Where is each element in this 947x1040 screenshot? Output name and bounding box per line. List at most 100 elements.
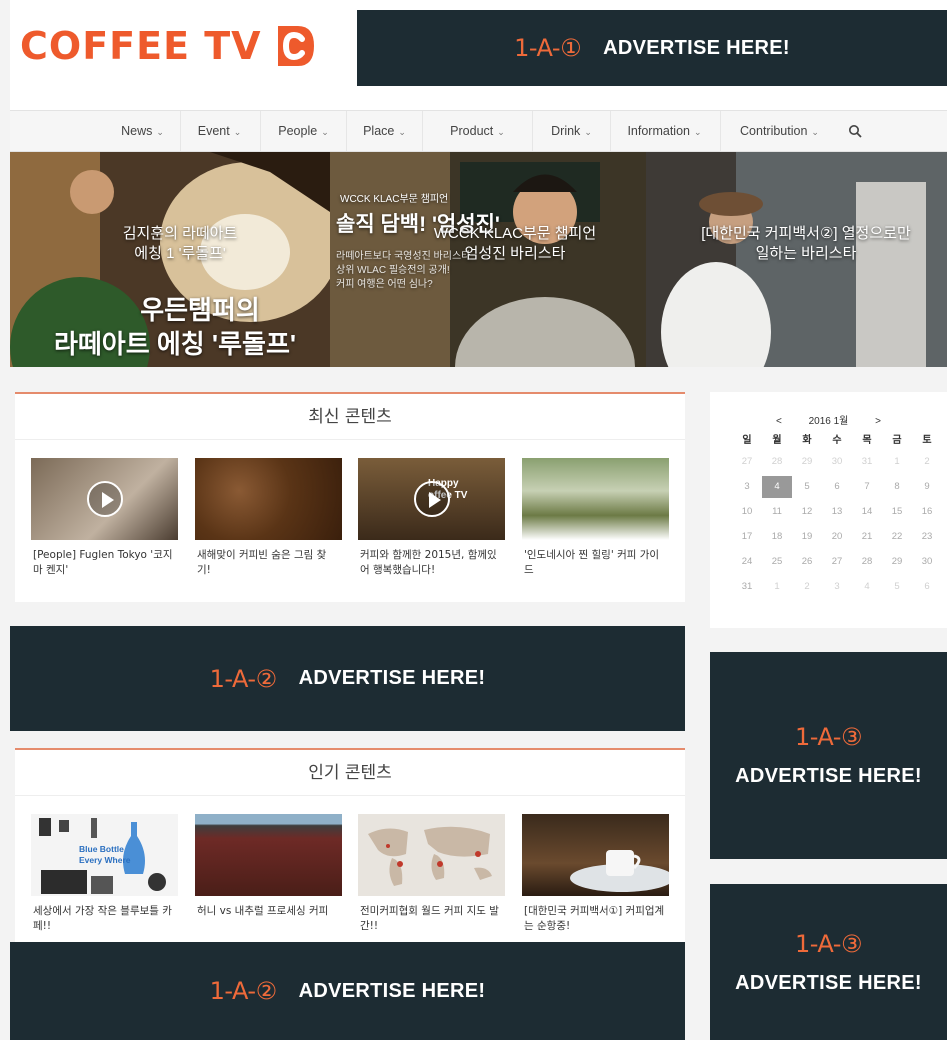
- card-caption: 전미커피협회 월드 커피 지도 발간!!: [360, 905, 499, 932]
- calendar-day[interactable]: 2: [792, 581, 822, 592]
- nav-label: Drink: [551, 124, 581, 138]
- calendar-day[interactable]: 12: [792, 506, 822, 517]
- calendar-day[interactable]: 15: [882, 506, 912, 517]
- hero-slide-3[interactable]: [대한민국 커피백서②] 열정으로만 일하는 바리스타: [646, 152, 947, 367]
- hero-subcaption: 라떼아트보다 국영성진 바리스타 상위 WLAC 필승전의 공개! 커피 여행은…: [336, 251, 471, 290]
- calendar-day[interactable]: 7: [852, 481, 882, 492]
- content-card[interactable]: '인도네시아 찐 힐링' 커피 가이드: [522, 458, 669, 578]
- calendar-day[interactable]: 1: [882, 456, 912, 467]
- card-thumbnail: [522, 814, 669, 896]
- calendar-day[interactable]: 10: [732, 506, 762, 517]
- calendar-week: 31 1 2 3 4 5 6: [732, 574, 942, 599]
- calendar-day[interactable]: 31: [852, 456, 882, 467]
- nav-item-drink[interactable]: Drink ⌄: [532, 111, 610, 151]
- calendar-day[interactable]: 22: [882, 531, 912, 542]
- weekday: 월: [772, 434, 782, 446]
- calendar-next-button[interactable]: >: [875, 416, 881, 427]
- thumb-image-coffee-cup: [570, 850, 669, 892]
- ad-code: 1-A-②: [209, 977, 277, 1005]
- content-card[interactable]: 허니 vs 내추럴 프로세싱 커피: [195, 814, 342, 919]
- content-card[interactable]: Blue Bottle Every Where 세상에서 가장 작은 블루보틀 …: [31, 814, 178, 934]
- nav-item-product[interactable]: Product ⌄: [422, 111, 532, 151]
- calendar-day[interactable]: 18: [762, 531, 792, 542]
- ad-banner-mid[interactable]: 1-A-② ADVERTISE HERE!: [10, 626, 685, 731]
- nav-label: Place: [363, 124, 395, 138]
- card-caption: 새해맞이 커피빈 숨은 그림 찾기!: [197, 549, 327, 576]
- card-thumbnail: Blue Bottle Every Where: [31, 814, 178, 896]
- calendar-day[interactable]: 13: [822, 506, 852, 517]
- nav-item-news[interactable]: News ⌄: [105, 111, 180, 151]
- ad-banner-bottom[interactable]: 1-A-② ADVERTISE HERE!: [10, 942, 685, 1040]
- play-icon[interactable]: [413, 481, 450, 517]
- calendar-day[interactable]: 17: [732, 531, 762, 542]
- content-card[interactable]: 전미커피협회 월드 커피 지도 발간!!: [358, 814, 505, 934]
- calendar-day[interactable]: 5: [882, 581, 912, 592]
- calendar-day[interactable]: 6: [912, 581, 942, 592]
- thumb-overlay-text: Blue Bottle Every Where: [79, 844, 131, 865]
- nav-item-information[interactable]: Information ⌄: [610, 111, 718, 151]
- chevron-down-icon: ⌄: [497, 127, 505, 137]
- latest-content-panel: 최신 콘텐츠 [People] Fuglen Tokyo '코지마 켄지' 새해…: [15, 392, 685, 602]
- hero-slide-2[interactable]: WCCK KLAC부문 챔피언 솔직 담백! '엄성진' WCCK KLAC부문…: [330, 152, 646, 367]
- ad-code: 1-A-③: [795, 723, 862, 751]
- nav-item-contribution[interactable]: Contribution ⌄: [720, 111, 838, 151]
- calendar-day-today[interactable]: 4: [762, 475, 792, 498]
- calendar-day[interactable]: 3: [822, 581, 852, 592]
- nav-item-people[interactable]: People ⌄: [260, 111, 346, 151]
- calendar-day[interactable]: 9: [912, 481, 942, 492]
- card-caption: 세상에서 가장 작은 블루보틀 카페!!: [33, 905, 172, 932]
- calendar-day[interactable]: 29: [882, 556, 912, 567]
- calendar-day[interactable]: 24: [732, 556, 762, 567]
- calendar-day[interactable]: 8: [882, 481, 912, 492]
- calendar-day[interactable]: 16: [912, 506, 942, 517]
- calendar-day[interactable]: 19: [792, 531, 822, 542]
- calendar-day[interactable]: 27: [732, 456, 762, 467]
- chevron-down-icon: ⌄: [584, 127, 592, 137]
- ad-code: 1-A-①: [514, 34, 582, 62]
- calendar-day[interactable]: 25: [762, 556, 792, 567]
- nav-label: People: [278, 124, 318, 138]
- calendar-day[interactable]: 23: [912, 531, 942, 542]
- content-card[interactable]: 새해맞이 커피빈 숨은 그림 찾기!: [195, 458, 342, 578]
- ad-banner-side-1[interactable]: 1-A-③ ADVERTISE HERE!: [710, 652, 947, 859]
- ad-banner-side-2[interactable]: 1-A-③ ADVERTISE HERE!: [710, 884, 947, 1040]
- ad-banner-top[interactable]: 1-A-① ADVERTISE HERE!: [357, 10, 947, 86]
- content-card[interactable]: Happy offee TV 커피와 함께한 2015년, 함께있어 행복했습니…: [358, 458, 505, 578]
- hero-slide-1[interactable]: 김지훈의 라떼아트 에칭 1 '루돌프' 우든탬퍼의 라떼아트 에칭 '루돌프': [10, 152, 330, 367]
- hero-caption-big-1: 우든탬퍼의: [140, 295, 260, 325]
- chevron-down-icon: ⌄: [811, 127, 819, 137]
- calendar-day[interactable]: 29: [792, 456, 822, 467]
- nav-label: News: [121, 124, 153, 138]
- calendar-day[interactable]: 30: [822, 456, 852, 467]
- card-thumbnail: [31, 458, 178, 540]
- nav-item-event[interactable]: Event ⌄: [180, 111, 258, 151]
- calendar-prev-button[interactable]: <: [776, 416, 782, 427]
- calendar-day[interactable]: 26: [792, 556, 822, 567]
- card-caption: [People] Fuglen Tokyo '코지마 켄지': [33, 549, 173, 576]
- calendar-day[interactable]: 3: [732, 481, 762, 492]
- calendar-day[interactable]: 28: [762, 456, 792, 467]
- calendar-day[interactable]: 11: [762, 506, 792, 517]
- nav-item-place[interactable]: Place ⌄: [346, 111, 422, 151]
- calendar-grid: 일 월 화 수 목 금 토 27 28 29 30 31 1 2 3 4 5 6…: [732, 427, 942, 599]
- ad-text: ADVERTISE HERE!: [298, 667, 486, 689]
- logo-text: COFFEE TV: [20, 24, 262, 68]
- calendar-day[interactable]: 21: [852, 531, 882, 542]
- calendar-week: 10 11 12 13 14 15 16: [732, 499, 942, 524]
- calendar-day[interactable]: 4: [852, 581, 882, 592]
- site-logo[interactable]: COFFEE TV: [20, 22, 316, 70]
- calendar-day[interactable]: 2: [912, 456, 942, 467]
- calendar-day[interactable]: 28: [852, 556, 882, 567]
- calendar-day[interactable]: 14: [852, 506, 882, 517]
- content-card[interactable]: [People] Fuglen Tokyo '코지마 켄지': [31, 458, 178, 578]
- search-button[interactable]: [848, 111, 862, 151]
- content-card[interactable]: [대한민국 커피백서①] 커피업계는 순항중!: [522, 814, 669, 934]
- calendar-day[interactable]: 20: [822, 531, 852, 542]
- calendar-day[interactable]: 5: [792, 481, 822, 492]
- calendar-day[interactable]: 30: [912, 556, 942, 567]
- calendar-day[interactable]: 6: [822, 481, 852, 492]
- play-icon[interactable]: [86, 481, 123, 517]
- calendar-day[interactable]: 31: [732, 581, 762, 592]
- calendar-day[interactable]: 27: [822, 556, 852, 567]
- calendar-day[interactable]: 1: [762, 581, 792, 592]
